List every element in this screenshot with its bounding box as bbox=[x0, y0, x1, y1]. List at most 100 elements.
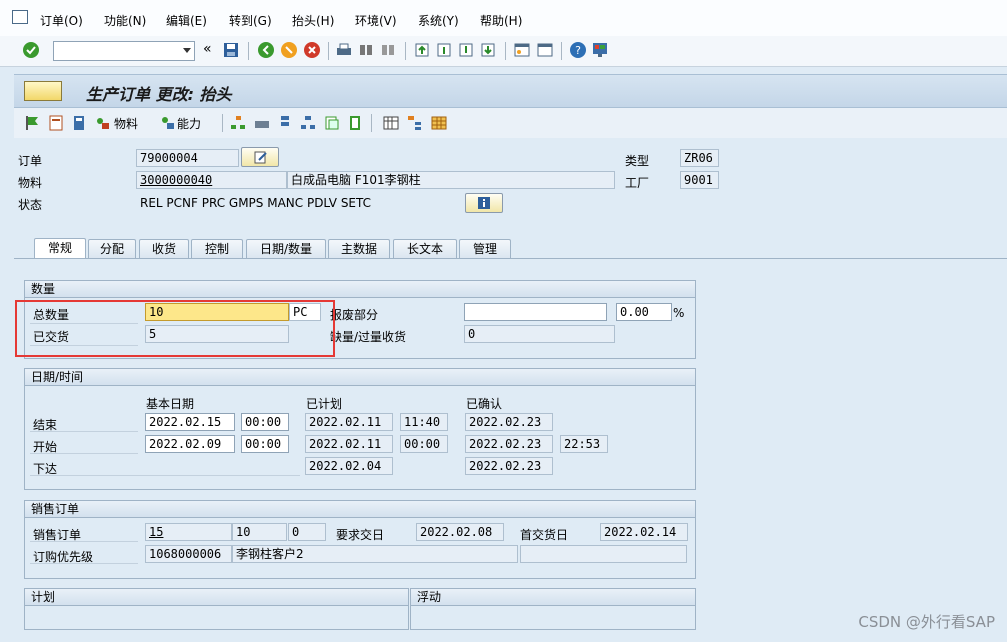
command-field[interactable] bbox=[53, 41, 195, 61]
checklist-icon[interactable] bbox=[47, 114, 65, 132]
status-info-button[interactable] bbox=[465, 193, 503, 213]
start-basic-time[interactable]: 00:00 bbox=[241, 435, 289, 453]
capacity-button-label[interactable]: 能力 bbox=[177, 115, 201, 132]
release-confirmed-date: 2022.02.23 bbox=[465, 457, 553, 475]
sales-order-field[interactable]: 15 bbox=[145, 523, 232, 541]
cancel-icon[interactable] bbox=[303, 41, 321, 59]
menu-edit[interactable]: 编辑(E) bbox=[166, 12, 207, 29]
edit-icon bbox=[254, 151, 267, 164]
document-icon[interactable] bbox=[323, 114, 341, 132]
float-group-title: 浮动 bbox=[411, 589, 695, 606]
percent-sign: % bbox=[673, 306, 685, 320]
printer-icon[interactable] bbox=[253, 114, 271, 132]
tab-long-text[interactable]: 长文本 bbox=[393, 239, 457, 258]
release-scheduled-date: 2022.02.04 bbox=[305, 457, 393, 475]
priority-field: 1068000006 bbox=[145, 545, 232, 563]
new-session-icon[interactable] bbox=[513, 41, 531, 59]
table-icon[interactable] bbox=[382, 114, 400, 132]
end-confirmed-date: 2022.02.23 bbox=[465, 413, 553, 431]
shortcut-icon[interactable] bbox=[536, 41, 554, 59]
tab-assignment[interactable]: 分配 bbox=[88, 239, 136, 258]
application-toolbar: 物料 能力 bbox=[14, 108, 1007, 138]
exit-icon[interactable] bbox=[280, 41, 298, 59]
chevron-down-icon[interactable] bbox=[183, 48, 191, 53]
tab-general[interactable]: 常规 bbox=[34, 238, 86, 259]
scrap-percent-input[interactable]: 0.00 bbox=[616, 303, 672, 321]
menu-toggle-button[interactable] bbox=[24, 81, 62, 101]
menu-function[interactable]: 功能(N) bbox=[104, 12, 146, 29]
end-basic-time[interactable]: 00:00 bbox=[241, 413, 289, 431]
collapse-icon[interactable]: « bbox=[203, 41, 212, 57]
start-basic-date[interactable]: 2022.02.09 bbox=[145, 435, 235, 453]
find-icon[interactable] bbox=[357, 41, 375, 59]
grid-icon[interactable] bbox=[430, 114, 448, 132]
status-label: 状态 bbox=[18, 198, 43, 212]
first-delivery-field: 2022.02.14 bbox=[600, 523, 688, 541]
first-delivery-label: 首交货日 bbox=[520, 528, 569, 542]
menu-header[interactable]: 抬头(H) bbox=[292, 12, 334, 29]
float-group: 浮动 bbox=[410, 588, 696, 630]
confirmed-header: 已确认 bbox=[466, 397, 503, 411]
plant-label: 工厂 bbox=[625, 176, 650, 190]
first-page-icon[interactable] bbox=[413, 41, 431, 59]
material-icon[interactable] bbox=[94, 114, 112, 132]
enter-icon[interactable] bbox=[22, 41, 40, 59]
hierarchy-icon[interactable] bbox=[276, 114, 294, 132]
type-label: 类型 bbox=[625, 154, 650, 168]
menu-order[interactable]: 订单(O) bbox=[40, 12, 83, 29]
customize-layout-icon[interactable] bbox=[591, 41, 609, 59]
next-page-icon[interactable] bbox=[457, 41, 475, 59]
back-icon[interactable] bbox=[257, 41, 275, 59]
watermark: CSDN @外行看SAP bbox=[858, 613, 995, 631]
tab-dates-quantities[interactable]: 日期/数量 bbox=[246, 239, 326, 258]
tab-goods-receipt[interactable]: 收货 bbox=[139, 239, 189, 258]
sales-order-item-field: 10 bbox=[232, 523, 287, 541]
menu-bar: 订单(O) 功能(N) 编辑(E) 转到(G) 抬头(H) 环境(V) 系统(Y… bbox=[0, 0, 1007, 37]
network-icon[interactable] bbox=[229, 114, 247, 132]
material-button-label[interactable]: 物料 bbox=[114, 115, 138, 132]
quantity-group-title: 数量 bbox=[25, 281, 695, 298]
start-confirmed-time: 22:53 bbox=[560, 435, 608, 453]
sales-order-schedule-field: 0 bbox=[288, 523, 326, 541]
tab-administration[interactable]: 管理 bbox=[459, 239, 511, 258]
scrap-input[interactable] bbox=[464, 303, 607, 321]
end-basic-date[interactable]: 2022.02.15 bbox=[145, 413, 235, 431]
material-field[interactable]: 3000000040 bbox=[136, 171, 287, 189]
prev-page-icon[interactable] bbox=[435, 41, 453, 59]
tree-icon[interactable] bbox=[406, 114, 424, 132]
page-title: 生产订单 更改: 抬头 bbox=[86, 85, 232, 104]
calculator-icon[interactable] bbox=[70, 114, 88, 132]
required-date-field: 2022.02.08 bbox=[416, 523, 504, 541]
flag-icon[interactable] bbox=[24, 114, 42, 132]
scheduled-header: 已计划 bbox=[306, 397, 343, 411]
tab-master-data[interactable]: 主数据 bbox=[328, 239, 390, 258]
text-icon[interactable] bbox=[346, 114, 364, 132]
print-icon[interactable] bbox=[335, 41, 353, 59]
menu-help[interactable]: 帮助(H) bbox=[480, 12, 522, 29]
plant-field: 9001 bbox=[680, 171, 719, 189]
menu-environment[interactable]: 环境(V) bbox=[355, 12, 397, 29]
find-next-icon[interactable] bbox=[379, 41, 397, 59]
edit-order-button[interactable] bbox=[241, 147, 279, 167]
start-confirmed-date: 2022.02.23 bbox=[465, 435, 553, 453]
order-label: 订单 bbox=[18, 154, 43, 168]
capacity-icon[interactable] bbox=[159, 114, 177, 132]
start-scheduled-date: 2022.02.11 bbox=[305, 435, 393, 453]
menu-goto[interactable]: 转到(G) bbox=[229, 12, 272, 29]
planning-group-title: 计划 bbox=[25, 589, 408, 606]
under-over-label: 缺量/过量收货 bbox=[330, 330, 407, 344]
menu-system[interactable]: 系统(Y) bbox=[418, 12, 459, 29]
status-value: REL PCNF PRC GMPS MANC PDLV SETC bbox=[140, 196, 372, 210]
planning-group: 计划 bbox=[24, 588, 409, 630]
info-icon bbox=[478, 197, 490, 209]
scrap-label: 报废部分 bbox=[330, 308, 379, 322]
save-icon[interactable] bbox=[222, 41, 240, 59]
window-icon[interactable] bbox=[12, 10, 28, 24]
help-icon[interactable]: ? bbox=[569, 41, 587, 59]
highlight-box bbox=[15, 300, 335, 357]
order-field: 79000004 bbox=[136, 149, 239, 167]
last-page-icon[interactable] bbox=[479, 41, 497, 59]
structure-icon[interactable] bbox=[299, 114, 317, 132]
tab-control[interactable]: 控制 bbox=[191, 239, 243, 258]
end-scheduled-date: 2022.02.11 bbox=[305, 413, 393, 431]
